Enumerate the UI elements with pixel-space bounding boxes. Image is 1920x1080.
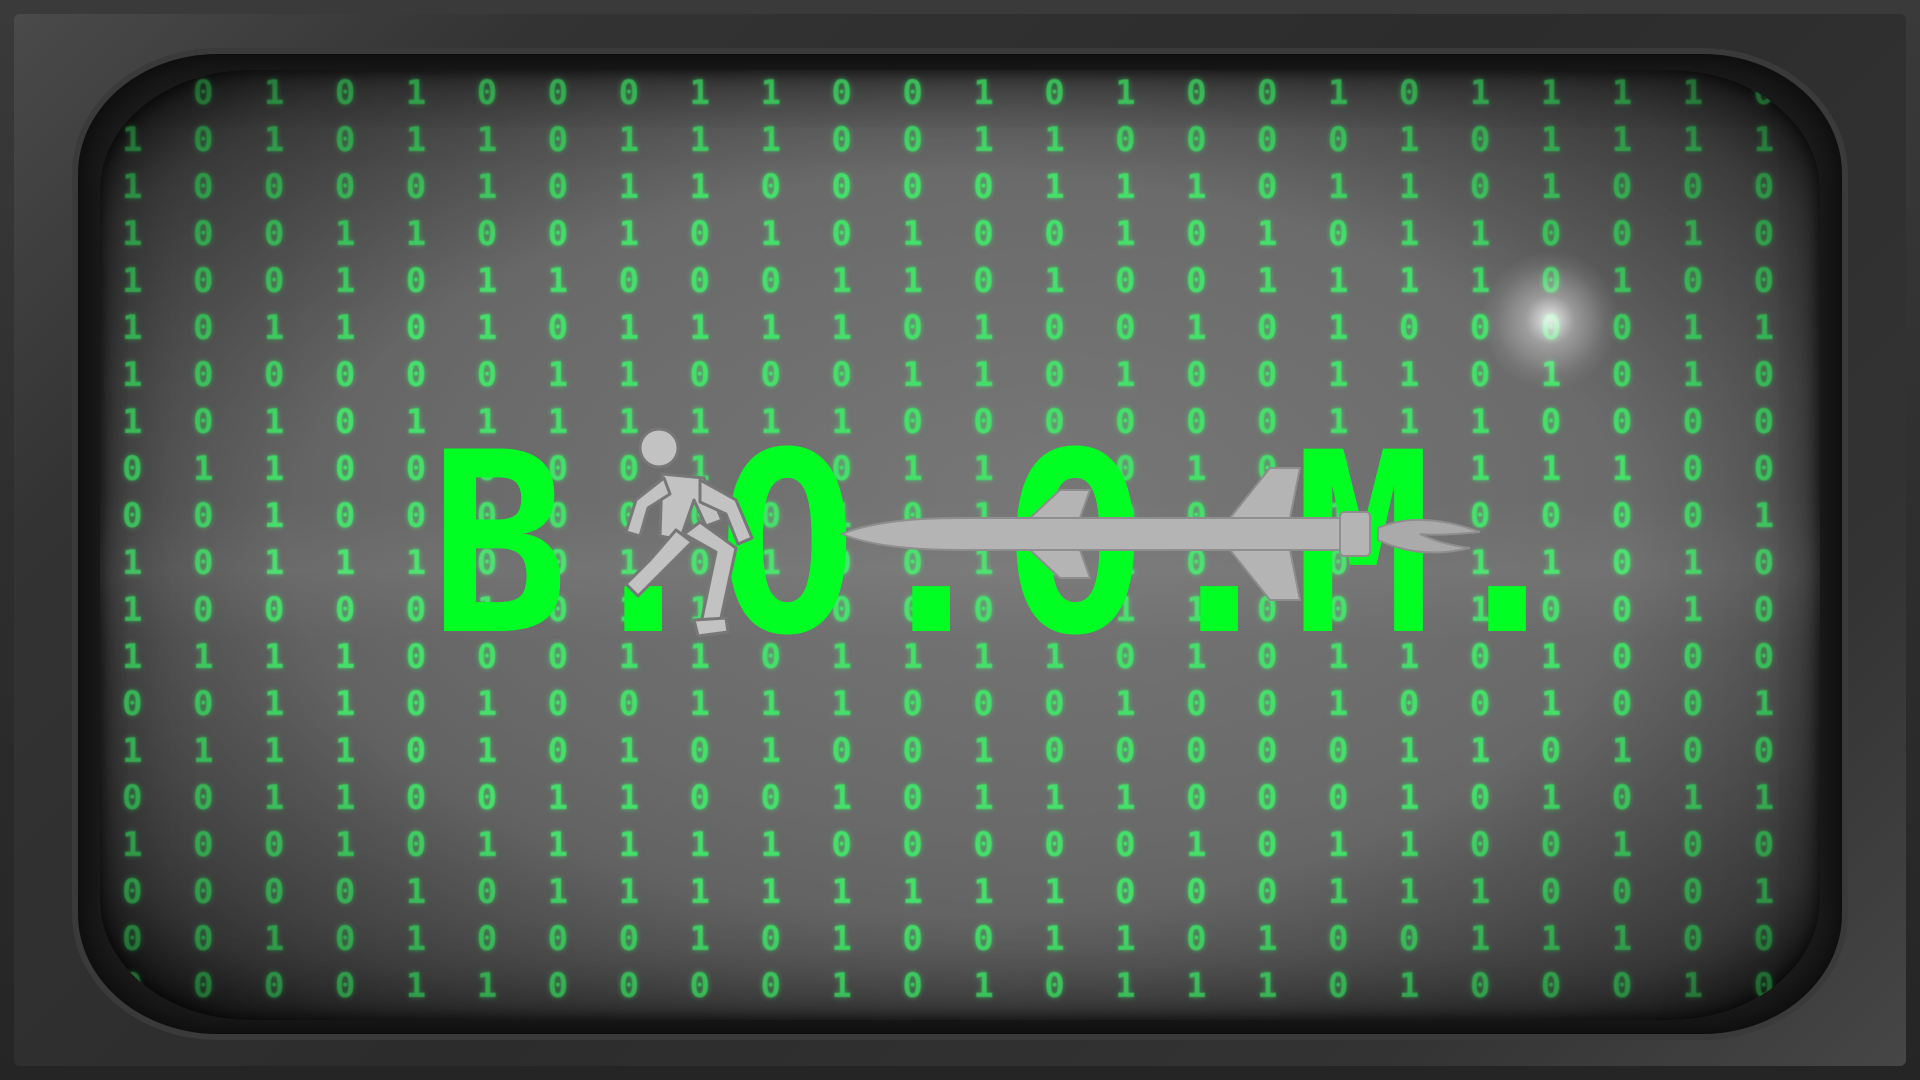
binary-row: 1 0 0 0 0 1 0 1 1 0 0 0 0 1 1 1 0 1 1 0 … <box>122 167 1790 207</box>
binary-rain: 0 0 1 0 1 0 0 0 1 1 0 0 1 0 1 0 0 1 0 1 … <box>122 70 1820 1020</box>
binary-row: 1 0 1 0 1 1 0 1 1 1 0 0 1 1 0 0 0 0 1 0 … <box>122 120 1790 160</box>
crt-screen: 0 0 1 0 1 0 0 0 1 1 0 0 1 0 1 0 0 1 0 1 … <box>100 70 1820 1020</box>
binary-row: 1 0 0 0 0 0 1 1 0 0 0 1 1 0 1 0 0 1 1 0 … <box>122 355 1790 395</box>
binary-row: 1 0 0 1 0 1 1 0 0 0 1 1 0 1 0 0 1 1 1 1 … <box>122 261 1790 301</box>
binary-row: 0 0 1 0 1 0 0 0 1 1 0 0 1 0 1 0 0 1 0 1 … <box>122 73 1790 113</box>
binary-row: 1 0 1 1 1 0 0 1 0 1 0 0 1 0 1 0 1 0 0 1 … <box>122 543 1790 583</box>
binary-row: 1 1 1 1 0 0 0 1 1 0 1 1 1 1 0 1 0 1 1 0 … <box>122 637 1790 677</box>
binary-row: 0 0 1 0 0 0 0 0 0 0 1 0 1 1 0 0 0 1 1 0 … <box>122 496 1790 536</box>
binary-row: 1 0 0 1 1 0 0 1 0 1 0 1 0 0 1 0 1 0 1 1 … <box>122 214 1790 254</box>
binary-row: 0 0 0 0 1 0 1 1 1 1 1 1 1 1 0 0 0 1 1 1 … <box>122 872 1790 912</box>
binary-row: 1 0 1 1 0 1 0 1 1 1 1 0 1 0 0 1 0 1 0 0 … <box>122 308 1790 348</box>
binary-row: 1 0 1 0 1 1 1 1 1 1 1 0 0 0 0 0 0 1 1 1 … <box>122 402 1790 442</box>
binary-row: 0 0 1 1 0 1 0 0 1 1 1 0 0 0 1 0 0 1 0 0 … <box>122 684 1790 724</box>
binary-row: 1 0 0 0 0 1 0 1 1 1 0 0 0 1 1 1 0 0 1 1 … <box>122 590 1790 630</box>
binary-row: 0 0 1 1 0 0 1 1 0 0 1 0 1 1 1 0 0 0 1 0 … <box>122 778 1790 818</box>
binary-row: 1 1 1 1 0 1 0 1 0 1 0 0 1 0 0 0 0 0 1 1 … <box>122 731 1790 771</box>
binary-row: 0 1 1 0 0 0 0 0 1 1 0 1 1 0 0 1 0 0 0 1 … <box>122 449 1790 489</box>
binary-row: 0 0 0 0 1 1 0 0 0 0 1 0 1 0 1 1 1 0 1 0 … <box>122 966 1790 1006</box>
binary-row: 1 0 0 1 0 1 1 1 1 1 0 0 0 0 0 1 0 1 1 0 … <box>122 825 1790 865</box>
binary-row: 0 0 1 0 1 0 0 0 1 0 1 0 0 1 1 0 1 0 0 1 … <box>122 919 1790 959</box>
